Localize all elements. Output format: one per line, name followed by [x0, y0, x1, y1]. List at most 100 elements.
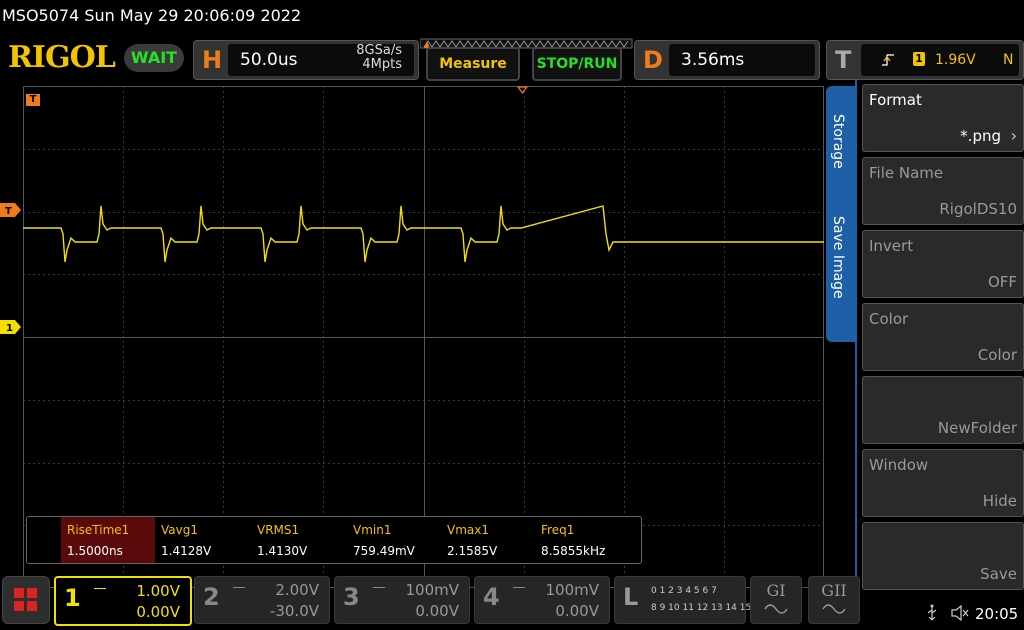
trigger-box[interactable]: T 1 1.96V N	[826, 40, 1024, 80]
color-value: Color	[977, 346, 1017, 364]
measurement-value: 759.49mV	[353, 544, 415, 558]
logic-channels-row-1: 0 1 2 3 4 5 6 7	[651, 586, 717, 596]
measurement-name: Freq1	[541, 523, 575, 537]
delay-letter: D	[643, 46, 663, 74]
generator-2-button[interactable]: GII	[808, 576, 860, 624]
file-name-label: File Name	[869, 164, 944, 182]
trigger-mode: N	[1003, 52, 1014, 68]
trigger-source-badge: 1	[913, 52, 925, 66]
trigger-marker-top: T	[26, 94, 40, 106]
tab-storage[interactable]: Storage	[830, 114, 846, 169]
measurement-name: Vmax1	[447, 523, 489, 537]
save-value: Save	[980, 565, 1017, 583]
format-label: Format	[869, 91, 922, 109]
color-label: Color	[869, 310, 909, 328]
channel-3-number: 3	[343, 583, 360, 611]
measurement-vmax[interactable]: Vmax1 2.1585V	[441, 517, 535, 563]
delay-box[interactable]: D 3.56ms	[634, 40, 820, 80]
tab-save-image[interactable]: Save Image	[830, 216, 846, 299]
measurement-value: 1.4128V	[161, 544, 212, 558]
delay-value: 3.56ms	[681, 50, 745, 70]
measurement-value: 1.5000ns	[67, 544, 123, 558]
measurement-risetime[interactable]: RiseTime1 1.5000ns	[61, 517, 155, 563]
memory-depth: 4Mpts	[362, 57, 402, 72]
generator-1-label: GI	[766, 581, 786, 600]
channel-2-number: 2	[203, 583, 220, 611]
dc-coupling-icon	[513, 587, 525, 593]
dc-coupling-icon	[233, 587, 245, 593]
trigger-level: 1.96V	[935, 52, 976, 68]
channel-3-offset: 0.00V	[415, 602, 459, 620]
sine-wave-icon	[764, 604, 788, 614]
channel-4-number: 4	[483, 583, 500, 611]
home-button[interactable]	[2, 576, 50, 624]
channel-1-number: 1	[64, 584, 81, 612]
channel-1-button[interactable]: 1 1.00V 0.00V	[54, 576, 192, 626]
menu-item-file-name[interactable]: File Name RigolDS10	[862, 157, 1024, 225]
invert-value: OFF	[987, 273, 1017, 291]
sine-wave-icon	[822, 604, 846, 614]
side-menu: Format *.png › File Name RigolDS10 Inver…	[855, 80, 1024, 590]
menu-item-save[interactable]: Save	[862, 522, 1024, 590]
measurement-name: Vavg1	[161, 523, 198, 537]
measurement-value: 2.1585V	[447, 544, 498, 558]
new-folder-value: NewFolder	[937, 419, 1017, 437]
channel-3-button[interactable]: 3 100mV 0.00V	[334, 576, 470, 624]
file-name-value: RigolDS10	[939, 200, 1017, 218]
window-title: MSO5074 Sun May 29 20:06:09 2022	[2, 6, 302, 25]
menu-item-format[interactable]: Format *.png ›	[862, 84, 1024, 152]
trigger-level-marker[interactable]: T	[0, 203, 22, 217]
channel-2-button[interactable]: 2 2.00V -30.0V	[194, 576, 330, 624]
sample-rate: 8GSa/s	[356, 43, 402, 58]
measurement-name: VRMS1	[257, 523, 300, 537]
window-value: Hide	[982, 492, 1017, 510]
measurement-value: 1.4130V	[257, 544, 308, 558]
speaker-muted-icon	[951, 604, 969, 622]
channel-3-scale: 100mV	[405, 581, 459, 599]
menu-item-window[interactable]: Window Hide	[862, 449, 1024, 517]
menu-item-invert[interactable]: Invert OFF	[862, 230, 1024, 298]
measurement-vavg[interactable]: Vavg1 1.4128V	[155, 517, 249, 563]
generator-1-button[interactable]: GI	[750, 576, 802, 624]
menu-item-new-folder[interactable]: NewFolder	[862, 376, 1024, 444]
horizontal-timebase-box[interactable]: H 50.0us 8GSa/s 4Mpts	[193, 40, 419, 80]
dc-coupling-icon	[94, 588, 106, 594]
channel-2-scale: 2.00V	[275, 581, 319, 599]
measurement-value: 8.5855kHz	[541, 544, 606, 558]
invert-label: Invert	[869, 237, 914, 255]
channel-1-offset: 0.00V	[136, 603, 180, 621]
logic-analyzer-button[interactable]: L 0 1 2 3 4 5 6 7 8 9 10 11 12 13 14 15	[614, 576, 751, 624]
measurement-freq[interactable]: Freq1 8.5855kHz	[535, 517, 629, 563]
channel-4-button[interactable]: 4 100mV 0.00V	[474, 576, 610, 624]
grid-menu-icon	[14, 588, 37, 611]
generator-2-label: GII	[821, 581, 847, 600]
measurement-vmin[interactable]: Vmin1 759.49mV	[347, 517, 441, 563]
clock: 20:05	[975, 605, 1019, 623]
rising-edge-icon	[882, 54, 894, 66]
menu-item-color[interactable]: Color Color	[862, 303, 1024, 371]
sample-rate-info: 8GSa/s 4Mpts	[356, 44, 402, 72]
timebase-value: 50.0us	[240, 50, 298, 70]
waveform-display[interactable]	[23, 86, 824, 588]
channel-1-scale: 1.00V	[136, 582, 180, 600]
logic-letter: L	[623, 583, 639, 611]
format-value: *.png	[960, 127, 1001, 145]
channel-1-offset-marker[interactable]: 1	[0, 320, 22, 334]
measurement-name: Vmin1	[353, 523, 392, 537]
window-label: Window	[869, 456, 929, 474]
rigol-logo: RIGOL	[8, 40, 116, 75]
dc-coupling-icon	[373, 587, 385, 593]
channel-4-scale: 100mV	[545, 581, 599, 599]
horizontal-letter: H	[202, 46, 223, 74]
measurement-panel[interactable]: RiseTime1 1.5000ns Vavg1 1.4128V VRMS1 1…	[26, 516, 642, 564]
acquisition-status-badge: WAIT	[124, 44, 184, 72]
chevron-right-icon: ›	[1010, 126, 1017, 145]
measure-button[interactable]: Measure	[426, 47, 520, 81]
measurement-name: RiseTime1	[67, 523, 130, 537]
stop-run-button[interactable]: STOP/RUN	[532, 47, 622, 81]
measurement-vrms[interactable]: VRMS1 1.4130V	[251, 517, 345, 563]
usb-icon	[927, 604, 937, 621]
channel-2-offset: -30.0V	[269, 602, 319, 620]
channel-1-offset-marker-label: 1	[6, 323, 13, 334]
logic-channels-row-2: 8 9 10 11 12 13 14 15	[651, 603, 752, 613]
